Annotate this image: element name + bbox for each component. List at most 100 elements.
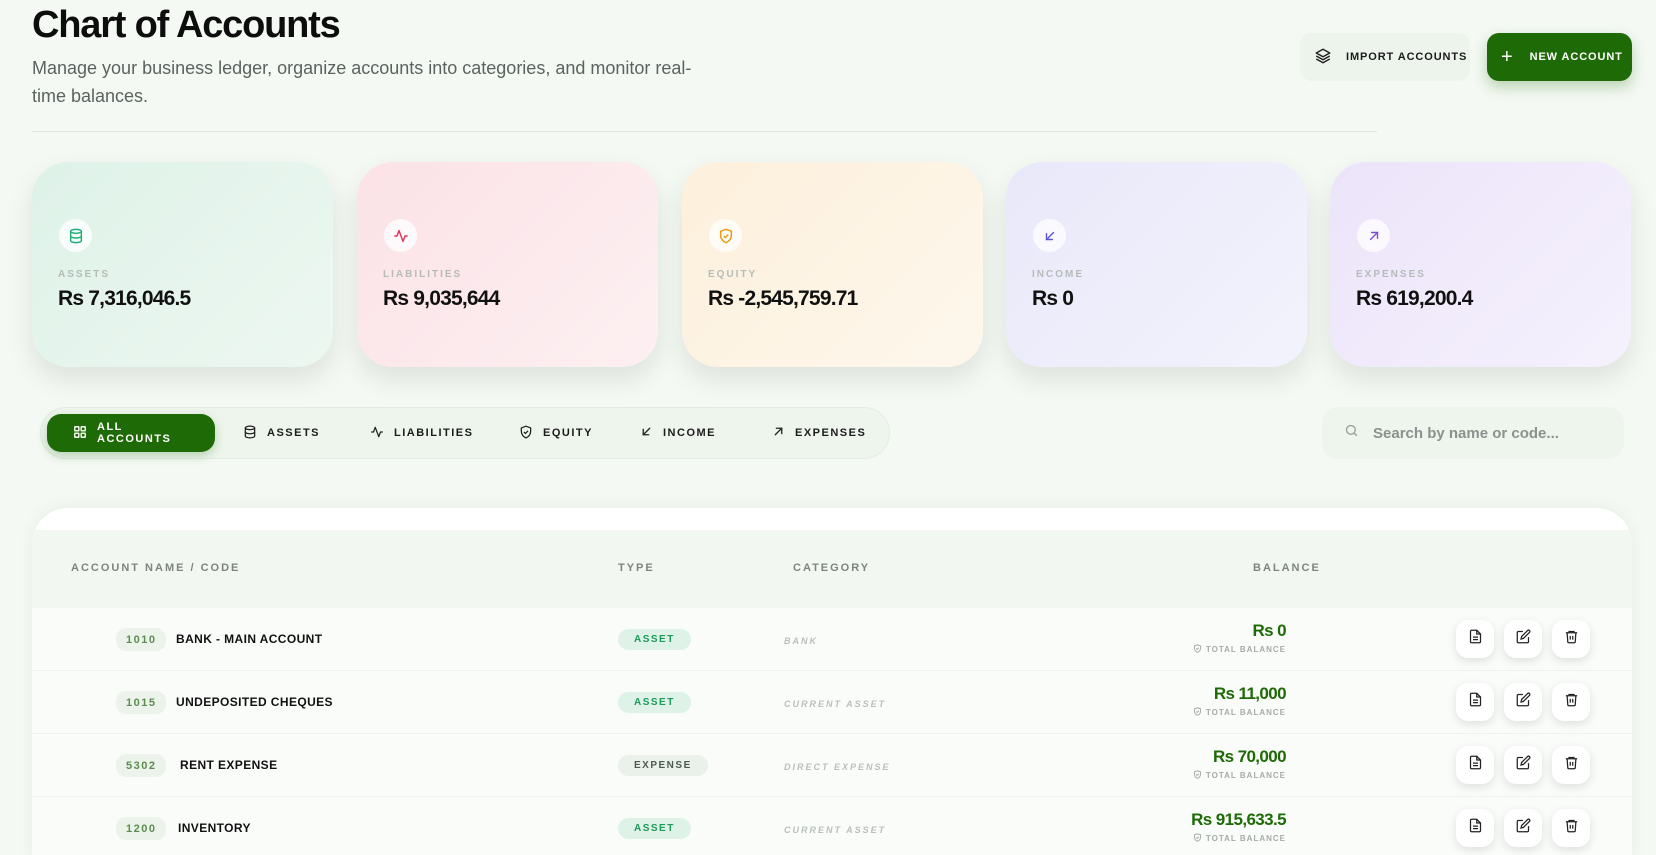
account-category: CURRENT ASSET [784, 825, 887, 835]
import-accounts-button[interactable]: IMPORT ACCOUNTS [1300, 33, 1470, 81]
activity-icon [370, 425, 384, 442]
layers-icon [1314, 47, 1332, 68]
tab-income[interactable]: INCOME [628, 414, 730, 452]
stat-label: INCOME [1032, 269, 1084, 280]
arrow-up-right-icon [772, 425, 785, 441]
stat-value: Rs 7,316,046.5 [58, 287, 191, 310]
activity-icon [384, 219, 417, 252]
delete-button[interactable] [1552, 746, 1590, 784]
column-header-name: ACCOUNT NAME / CODE [71, 562, 241, 574]
table-row[interactable]: 1010 BANK - MAIN ACCOUNT ASSET BANK Rs 0… [32, 608, 1632, 671]
tab-liabilities[interactable]: LIABILITIES [358, 414, 487, 452]
shield-check-icon [1193, 644, 1202, 655]
account-name: UNDEPOSITED CHEQUES [176, 695, 333, 709]
balance-caption: TOTAL BALANCE [1193, 707, 1286, 718]
view-ledger-button[interactable] [1456, 809, 1494, 847]
shield-check-icon [1193, 707, 1202, 718]
view-ledger-button[interactable] [1456, 746, 1494, 784]
stat-value: Rs 619,200.4 [1356, 287, 1473, 310]
delete-button[interactable] [1552, 809, 1590, 847]
account-code: 1010 [116, 628, 167, 651]
type-badge: EXPENSE [618, 755, 708, 776]
edit-button[interactable] [1504, 809, 1542, 847]
edit-button[interactable] [1504, 683, 1542, 721]
balance-amount: Rs 915,633.5 [1191, 810, 1286, 829]
account-name: BANK - MAIN ACCOUNT [176, 632, 323, 646]
stat-label: LIABILITIES [383, 269, 463, 280]
trash-icon [1564, 755, 1579, 775]
tab-expenses[interactable]: EXPENSES [760, 414, 880, 452]
edit-button[interactable] [1504, 746, 1542, 784]
stat-label: EXPENSES [1356, 269, 1426, 280]
document-icon [1468, 692, 1483, 712]
balance-cell: Rs 915,633.5 TOTAL BALANCE [1191, 810, 1286, 844]
document-icon [1468, 629, 1483, 649]
column-header-balance: BALANCE [1253, 562, 1321, 574]
type-badge: ASSET [618, 629, 691, 650]
balance-caption: TOTAL BALANCE [1193, 644, 1286, 655]
edit-button[interactable] [1504, 620, 1542, 658]
search-input[interactable]: Search by name or code... [1322, 407, 1624, 459]
tab-label: EXPENSES [795, 427, 867, 439]
balance-amount: Rs 11,000 [1213, 684, 1287, 703]
table-row[interactable]: 1200 INVENTORY ASSET CURRENT ASSET Rs 91… [32, 797, 1632, 855]
table-row[interactable]: 1015 UNDEPOSITED CHEQUES ASSET CURRENT A… [32, 671, 1632, 734]
column-header-type: TYPE [618, 562, 655, 574]
shield-check-icon [709, 219, 742, 252]
header-divider [32, 131, 1377, 132]
account-name: RENT EXPENSE [180, 758, 278, 772]
balance-cell: Rs 11,000 TOTAL BALANCE [1193, 684, 1287, 718]
stat-card-equity: EQUITY Rs -2,545,759.71 [682, 162, 983, 367]
table-header: ACCOUNT NAME / CODE TYPE CATEGORY BALANC… [32, 530, 1632, 608]
stat-value: Rs 0 [1032, 287, 1074, 310]
page-title: Chart of Accounts [32, 4, 341, 46]
tab-all-accounts[interactable]: ALL ACCOUNTS [47, 414, 215, 452]
new-account-button[interactable]: + NEW ACCOUNT [1487, 33, 1632, 81]
trash-icon [1564, 818, 1579, 838]
balance-caption-label: TOTAL BALANCE [1205, 708, 1286, 717]
trash-icon [1564, 629, 1579, 649]
import-accounts-label: IMPORT ACCOUNTS [1346, 51, 1468, 63]
edit-icon [1516, 629, 1531, 649]
account-category: DIRECT EXPENSE [784, 762, 891, 772]
edit-icon [1516, 818, 1531, 838]
shield-check-icon [519, 425, 533, 442]
tab-assets[interactable]: ASSETS [231, 414, 334, 452]
balance-caption: TOTAL BALANCE [1193, 770, 1286, 781]
view-ledger-button[interactable] [1456, 683, 1494, 721]
account-code: 1200 [116, 817, 167, 840]
balance-cell: Rs 70,000 TOTAL BALANCE [1193, 747, 1287, 781]
document-icon [1468, 818, 1483, 838]
stat-card-assets: ASSETS Rs 7,316,046.5 [32, 162, 333, 367]
arrow-up-right-icon [1357, 219, 1390, 252]
delete-button[interactable] [1552, 620, 1590, 658]
delete-button[interactable] [1552, 683, 1590, 721]
search-placeholder: Search by name or code... [1373, 424, 1559, 442]
type-badge: ASSET [618, 818, 691, 839]
database-icon [243, 425, 257, 442]
balance-amount: Rs 0 [1252, 621, 1286, 640]
tab-label: ASSETS [267, 427, 321, 439]
stat-value: Rs 9,035,644 [383, 287, 500, 310]
account-name: INVENTORY [178, 821, 251, 835]
accounts-table: ACCOUNT NAME / CODE TYPE CATEGORY BALANC… [32, 508, 1632, 855]
view-ledger-button[interactable] [1456, 620, 1494, 658]
balance-caption-label: TOTAL BALANCE [1205, 771, 1286, 780]
edit-icon [1516, 755, 1531, 775]
balance-amount: Rs 70,000 [1212, 747, 1287, 766]
account-category: CURRENT ASSET [784, 699, 887, 709]
stat-label: ASSETS [58, 269, 111, 280]
document-icon [1468, 755, 1483, 775]
search-icon [1344, 423, 1359, 443]
table-row[interactable]: 5302 RENT EXPENSE EXPENSE DIRECT EXPENSE… [32, 734, 1632, 797]
tab-label: LIABILITIES [394, 427, 474, 439]
tab-equity[interactable]: EQUITY [507, 414, 607, 452]
trash-icon [1564, 692, 1579, 712]
edit-icon [1516, 692, 1531, 712]
stat-card-income: INCOME Rs 0 [1006, 162, 1307, 367]
stat-label: EQUITY [708, 269, 758, 280]
arrow-down-left-icon [640, 425, 653, 441]
new-account-label: NEW ACCOUNT [1529, 51, 1623, 63]
balance-caption-label: TOTAL BALANCE [1205, 834, 1286, 843]
page-subtitle: Manage your business ledger, organize ac… [32, 58, 692, 106]
